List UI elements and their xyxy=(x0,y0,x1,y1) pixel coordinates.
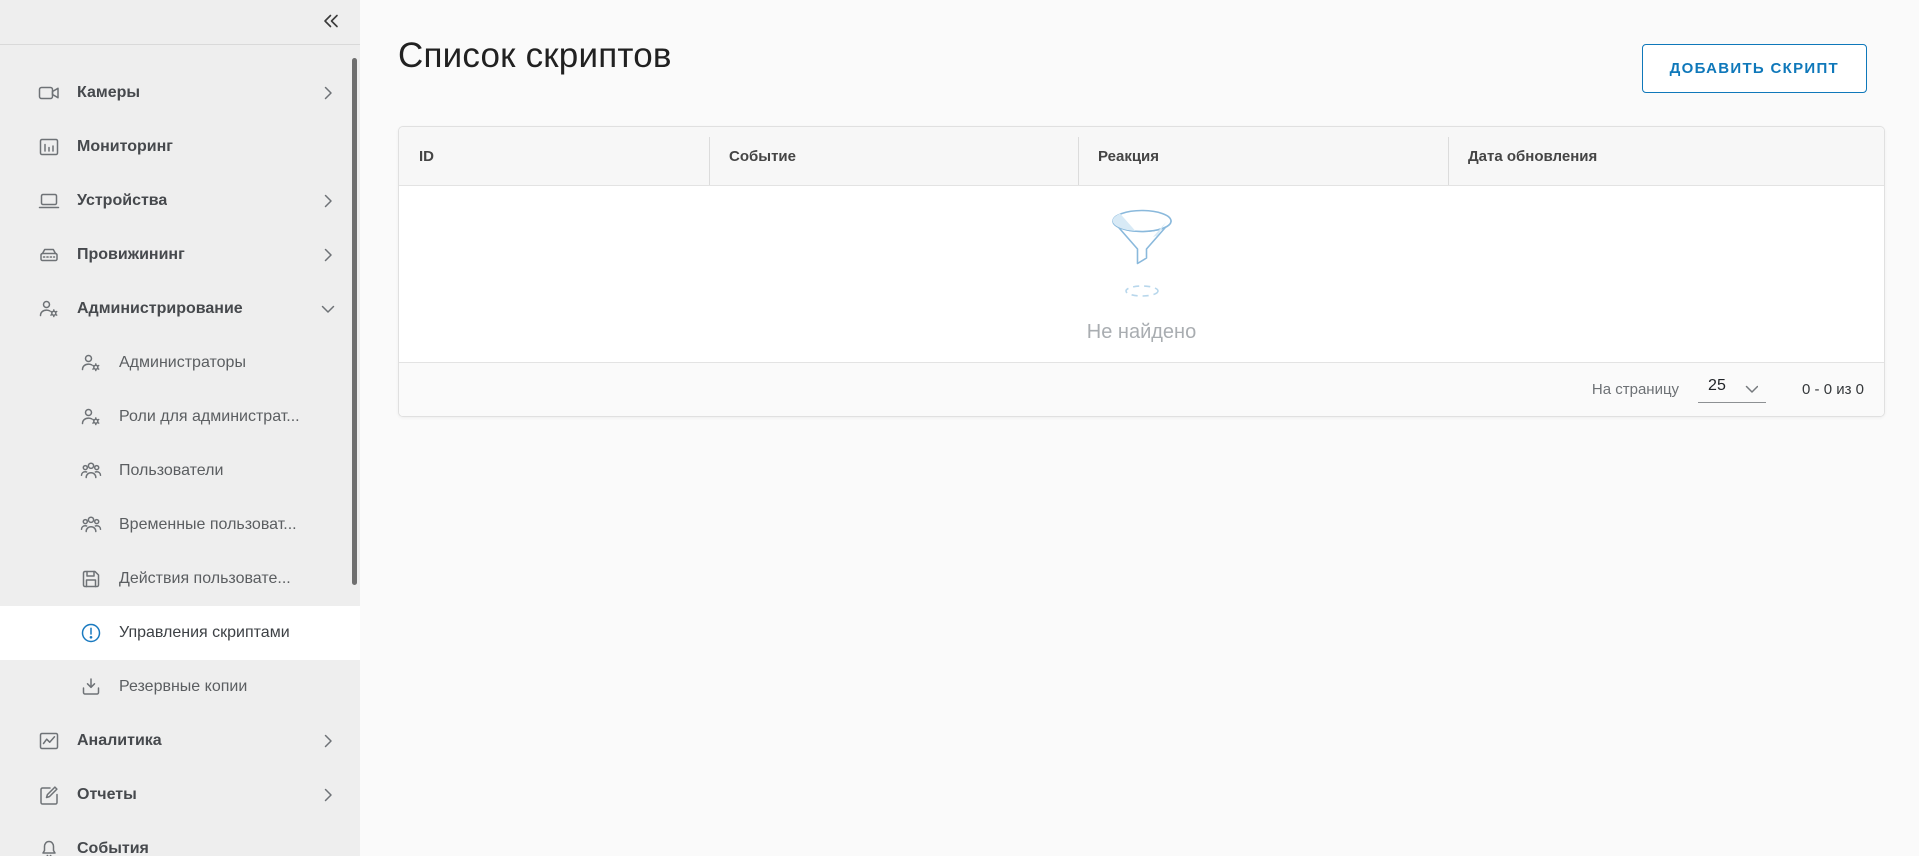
sidebar-nav: Камеры Мониторинг Устройства Провижининг Адм… xyxy=(0,66,360,856)
sidebar-item-label: События xyxy=(77,840,149,856)
page-title: Список скриптов xyxy=(398,36,672,76)
monitoring-icon xyxy=(37,135,61,159)
sidebar-scrollbar[interactable] xyxy=(352,58,357,585)
table-footer: На страницу 25 0 - 0 из 0 xyxy=(399,362,1884,416)
sidebar-item-label: Администрирование xyxy=(77,300,243,318)
column-header: Реакция xyxy=(1078,127,1448,185)
users-icon xyxy=(79,459,103,483)
bell-icon xyxy=(37,837,61,856)
sidebar-header xyxy=(0,0,360,45)
pagination-range: 0 - 0 из 0 xyxy=(1802,381,1864,398)
sidebar-item-temp-users[interactable]: Временные пользоват... xyxy=(0,498,360,552)
sidebar-item-label: Пользователи xyxy=(119,462,223,480)
devices-icon xyxy=(37,189,61,213)
chevron-down-icon xyxy=(1740,377,1758,395)
chevron-right-icon xyxy=(316,189,340,213)
chevron-right-icon xyxy=(316,729,340,753)
admin-icon xyxy=(79,405,103,429)
camera-icon xyxy=(37,81,61,105)
sidebar-item-label: Устройства xyxy=(77,192,167,210)
sidebar-item-administrators[interactable]: Администраторы xyxy=(0,336,360,390)
table-header-row: IDСобытиеРеакцияДата обновления xyxy=(399,127,1884,186)
column-header: Событие xyxy=(709,127,1078,185)
users-icon xyxy=(79,513,103,537)
sidebar-item-label: Аналитика xyxy=(77,732,162,750)
sidebar-item-events[interactable]: События xyxy=(0,822,360,856)
sidebar-item-label: Отчеты xyxy=(77,786,137,804)
collapse-sidebar-button[interactable] xyxy=(318,8,344,34)
funnel-icon xyxy=(1105,207,1179,299)
sidebar-item-administration[interactable]: Администрирование xyxy=(0,282,360,336)
double-chevron-left-icon xyxy=(319,9,343,33)
per-page-select[interactable]: 25 xyxy=(1698,377,1766,403)
sidebar-item-label: Провижининг xyxy=(77,246,185,264)
save-icon xyxy=(79,567,103,591)
sidebar-item-label: Камеры xyxy=(77,84,140,102)
sidebar-item-analytics[interactable]: Аналитика xyxy=(0,714,360,768)
sidebar-item-label: Управления скриптами xyxy=(119,624,290,642)
column-header: ID xyxy=(399,127,709,185)
sidebar-item-label: Резервные копии xyxy=(119,678,247,696)
chevron-down-icon xyxy=(316,297,340,321)
main-content: Список скриптов ДОБАВИТЬ СКРИПТ IDСобыти… xyxy=(360,0,1919,856)
sidebar-item-devices[interactable]: Устройства xyxy=(0,174,360,228)
sidebar-item-reports[interactable]: Отчеты xyxy=(0,768,360,822)
sidebar-item-label: Роли для администрат... xyxy=(119,408,300,426)
sidebar-item-label: Администраторы xyxy=(119,354,246,372)
sidebar-item-label: Мониторинг xyxy=(77,138,173,156)
column-header: Дата обновления xyxy=(1448,127,1884,185)
analytics-icon xyxy=(37,729,61,753)
per-page-value: 25 xyxy=(1708,377,1726,395)
reports-icon xyxy=(37,783,61,807)
admin-icon xyxy=(37,297,61,321)
sidebar-item-users[interactable]: Пользователи xyxy=(0,444,360,498)
chevron-right-icon xyxy=(316,783,340,807)
add-script-button[interactable]: ДОБАВИТЬ СКРИПТ xyxy=(1642,44,1867,93)
scripts-table-card: IDСобытиеРеакцияДата обновления Не найде… xyxy=(398,126,1885,417)
sidebar-item-backups[interactable]: Резервные копии xyxy=(0,660,360,714)
sidebar: Камеры Мониторинг Устройства Провижининг Адм… xyxy=(0,0,360,856)
empty-state-text: Не найдено xyxy=(1087,321,1196,344)
sidebar-item-admin-roles[interactable]: Роли для администрат... xyxy=(0,390,360,444)
backup-icon xyxy=(79,675,103,699)
sidebar-item-label: Действия пользовате... xyxy=(119,570,291,588)
sidebar-item-cameras[interactable]: Камеры xyxy=(0,66,360,120)
sidebar-item-monitoring[interactable]: Мониторинг xyxy=(0,120,360,174)
sidebar-item-user-actions[interactable]: Действия пользовате... xyxy=(0,552,360,606)
alert-icon xyxy=(79,621,103,645)
chevron-right-icon xyxy=(316,81,340,105)
per-page-label: На страницу xyxy=(1592,381,1679,398)
sidebar-item-script-management[interactable]: Управления скриптами xyxy=(0,606,360,660)
sidebar-item-provisioning[interactable]: Провижининг xyxy=(0,228,360,282)
admin-icon xyxy=(79,351,103,375)
sidebar-item-label: Временные пользоват... xyxy=(119,516,297,534)
provisioning-icon xyxy=(37,243,61,267)
chevron-right-icon xyxy=(316,243,340,267)
table-empty-state: Не найдено xyxy=(399,186,1884,362)
